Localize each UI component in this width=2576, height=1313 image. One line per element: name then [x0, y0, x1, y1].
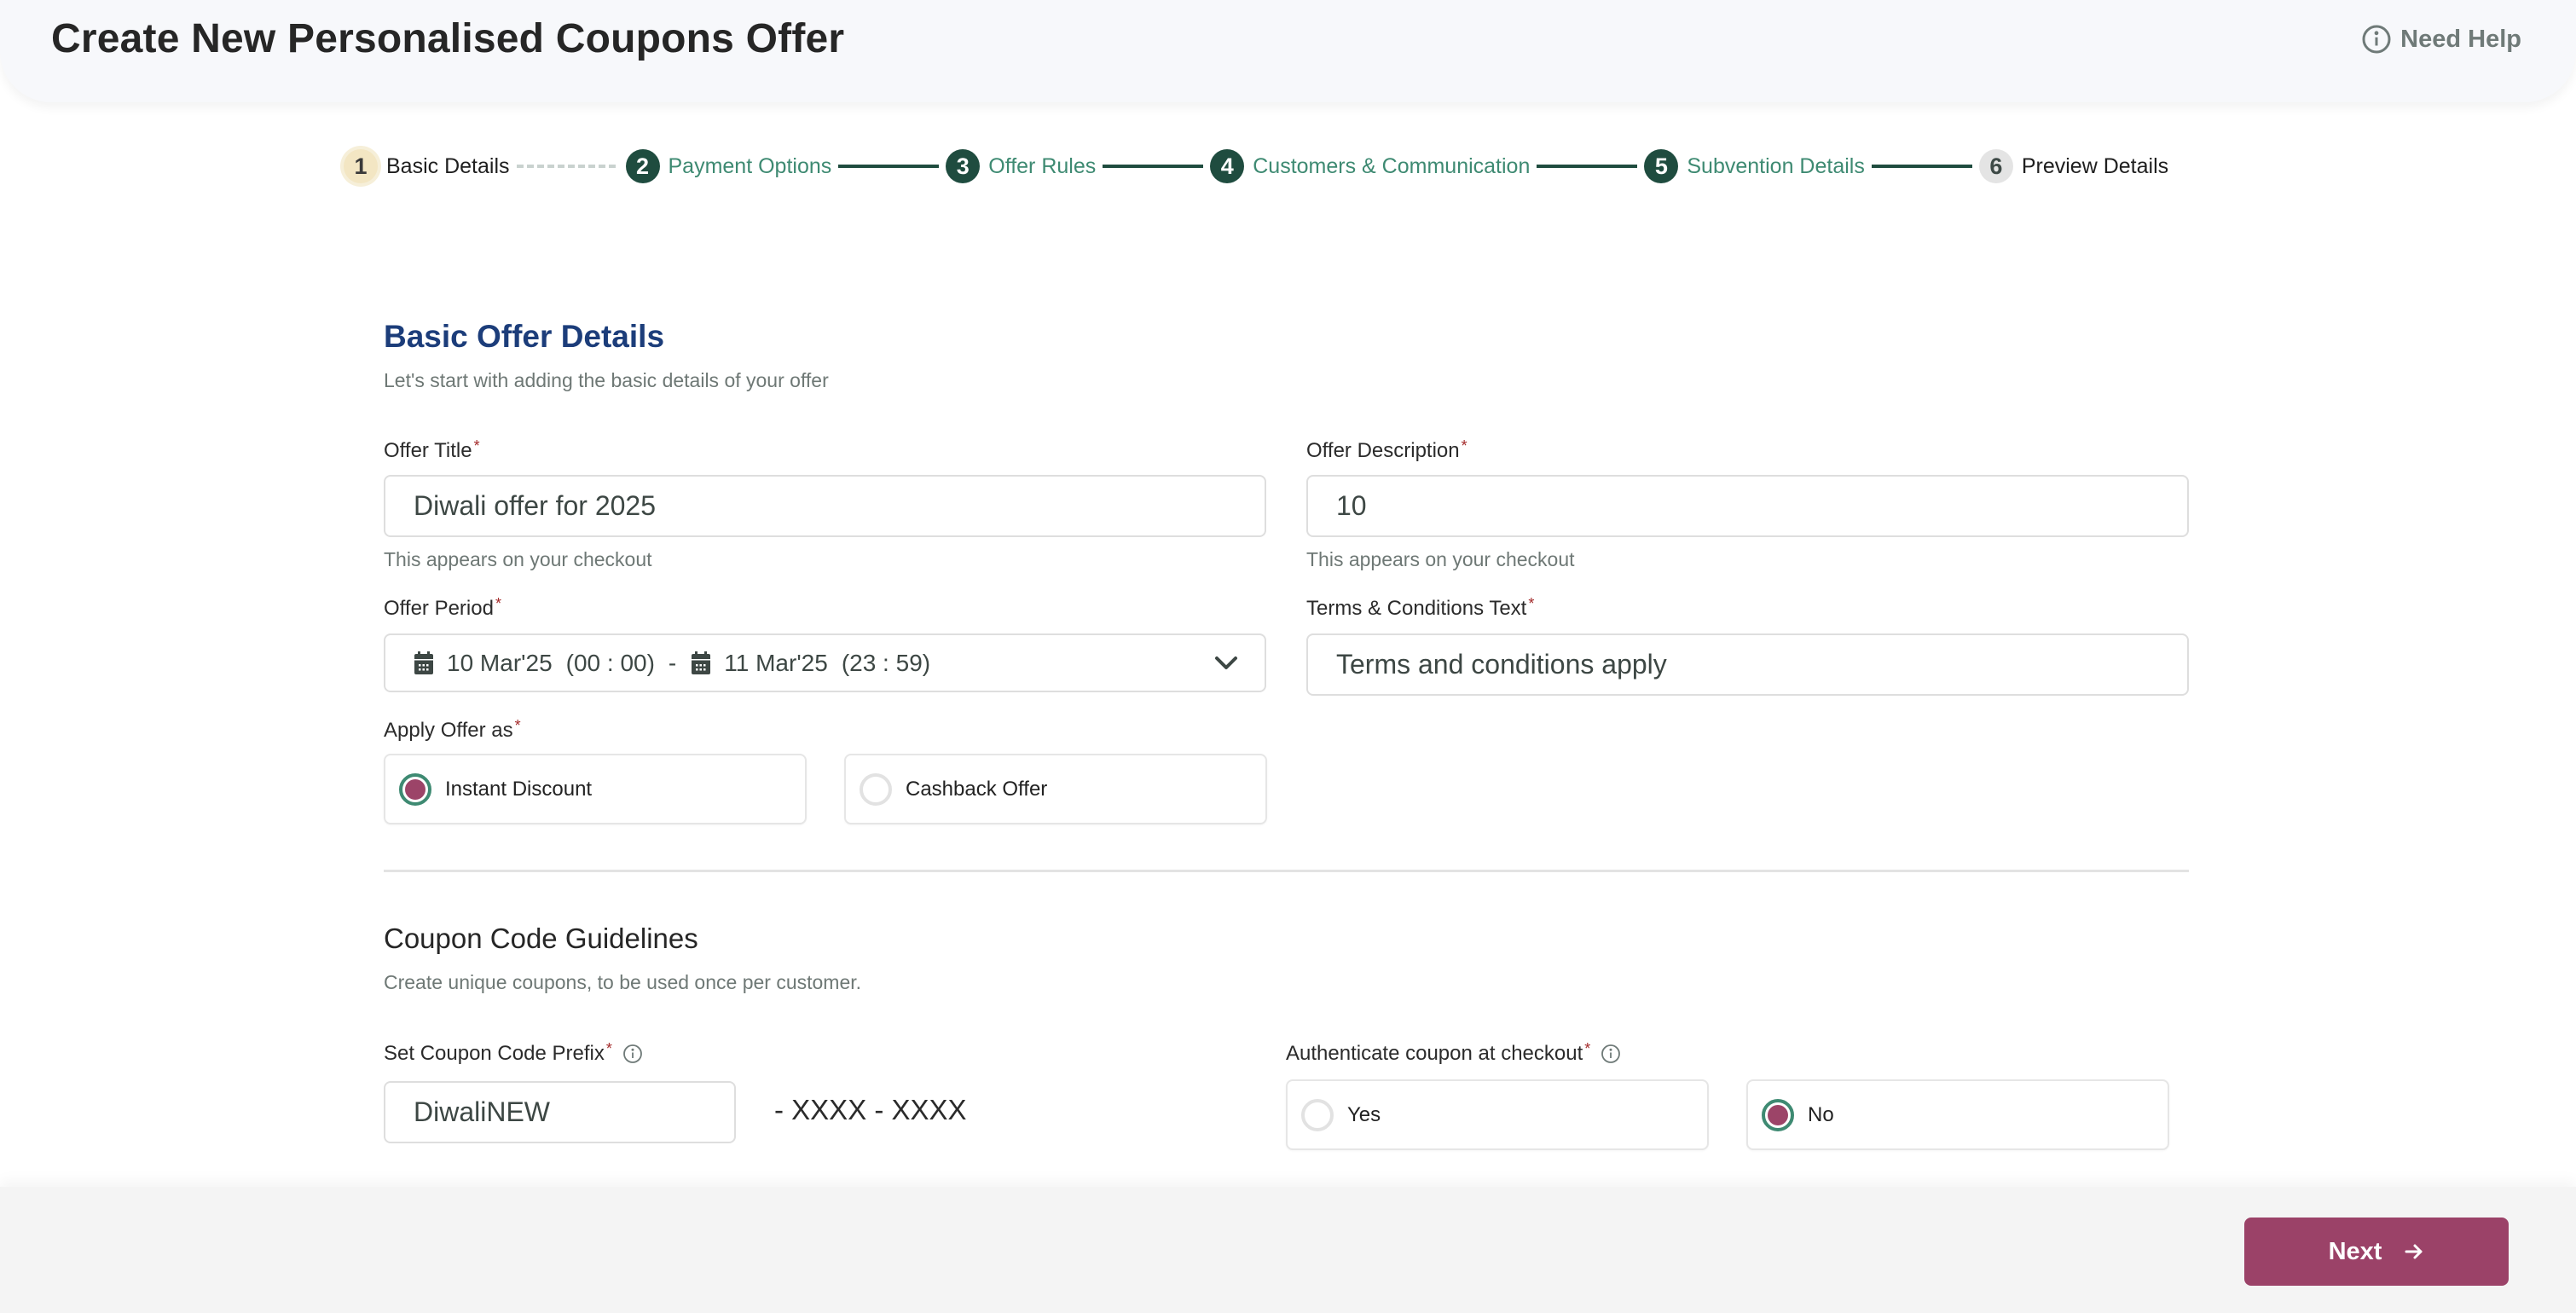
end-time: (23 : 59) — [841, 649, 931, 676]
terms-value: Terms and conditions apply — [1336, 649, 1667, 680]
coupon-prefix-label: Set Coupon Code Prefix * — [384, 1039, 643, 1066]
coupon-code-suffix: - XXXX - XXXX — [774, 1094, 967, 1125]
step-connector — [1103, 165, 1204, 168]
offer-period-picker[interactable]: 10 Mar'25 (00 : 00) - 11 Mar'25 (23 : 59… — [384, 633, 1266, 692]
end-date: 11 Mar'25 — [724, 649, 828, 676]
terms-label: Terms & Conditions Text * — [1306, 594, 1535, 621]
step-number: 4 — [1210, 149, 1245, 183]
radio-label: Instant Discount — [445, 777, 593, 801]
apply-offer-as-label: Apply Offer as * — [384, 716, 521, 743]
offer-description-value: 10 — [1336, 490, 1367, 521]
info-icon[interactable] — [622, 1044, 643, 1064]
need-help-label: Need Help — [2400, 25, 2521, 53]
chevron-down-icon[interactable] — [1213, 655, 1239, 672]
radio-button[interactable] — [1301, 1098, 1334, 1131]
start-time: (00 : 00) — [565, 649, 655, 676]
radio-cashback-offer[interactable]: Cashback Offer — [844, 754, 1267, 824]
label-text: Apply Offer as — [384, 719, 513, 742]
offer-period-label: Offer Period * — [384, 594, 501, 621]
radio-label: Yes — [1347, 1102, 1381, 1126]
step-number: 1 — [344, 149, 378, 183]
next-button[interactable]: Next — [2244, 1218, 2509, 1286]
step-basic-details[interactable]: 1 Basic Details — [344, 149, 510, 183]
step-connector — [1537, 165, 1638, 168]
radio-label: No — [1808, 1102, 1834, 1126]
offer-description-hint: This appears on your checkout — [1306, 548, 1575, 570]
offer-title-label: Offer Title * — [384, 437, 480, 463]
step-number: 5 — [1644, 149, 1679, 183]
authenticate-coupon-label: Authenticate coupon at checkout * — [1286, 1039, 1621, 1066]
offer-title-value: Diwali offer for 2025 — [414, 490, 656, 521]
required-asterisk: * — [1584, 1039, 1591, 1057]
start-date: 10 Mar'25 — [447, 649, 553, 676]
label-text: Set Coupon Code Prefix — [384, 1042, 605, 1065]
coupon-prefix-value: DiwaliNEW — [414, 1096, 550, 1127]
label-text: Offer Period — [384, 597, 494, 620]
offer-description-label: Offer Description * — [1306, 437, 1467, 463]
need-help-link[interactable]: Need Help — [2361, 24, 2521, 55]
arrow-right-icon — [2405, 1244, 2423, 1259]
radio-button-selected[interactable] — [1762, 1098, 1794, 1131]
footer-bar — [0, 1187, 2576, 1313]
step-label: Preview Details — [2021, 153, 2169, 178]
step-customers-communication[interactable]: 4 Customers & Communication — [1210, 149, 1530, 183]
label-text: Terms & Conditions Text — [1306, 597, 1527, 620]
page-header: Create New Personalised Coupons Offer Ne… — [0, 0, 2576, 102]
offer-title-hint: This appears on your checkout — [384, 548, 652, 570]
coupon-guidelines-subtitle: Create unique coupons, to be used once p… — [384, 971, 862, 993]
step-payment-options[interactable]: 2 Payment Options — [625, 149, 832, 183]
required-asterisk: * — [1461, 437, 1467, 454]
offer-title-input[interactable]: Diwali offer for 2025 — [384, 475, 1266, 537]
basic-details-title: Basic Offer Details — [384, 319, 665, 354]
step-connector — [838, 165, 940, 168]
step-subvention-details[interactable]: 5 Subvention Details — [1644, 149, 1865, 183]
step-number: 3 — [946, 149, 981, 183]
radio-label: Cashback Offer — [906, 777, 1048, 801]
required-asterisk: * — [514, 716, 521, 734]
step-label: Payment Options — [668, 153, 832, 178]
page-title: Create New Personalised Coupons Offer — [51, 16, 845, 61]
step-label: Basic Details — [386, 153, 510, 178]
step-label: Subvention Details — [1687, 153, 1865, 178]
terms-input[interactable]: Terms and conditions apply — [1306, 633, 2189, 696]
step-connector — [1871, 165, 1972, 168]
step-number: 6 — [1978, 149, 2013, 183]
step-offer-rules[interactable]: 3 Offer Rules — [946, 149, 1096, 183]
required-asterisk: * — [473, 437, 480, 454]
step-label: Offer Rules — [988, 153, 1097, 178]
radio-instant-discount[interactable]: Instant Discount — [384, 754, 807, 824]
step-label: Customers & Communication — [1253, 153, 1531, 178]
offer-description-input[interactable]: 10 — [1306, 475, 2189, 537]
step-number: 2 — [625, 149, 660, 183]
label-text: Authenticate coupon at checkout — [1286, 1042, 1583, 1065]
radio-authenticate-no[interactable]: No — [1746, 1079, 2169, 1150]
required-asterisk: * — [495, 594, 501, 612]
required-asterisk: * — [605, 1039, 612, 1057]
step-connector — [516, 165, 619, 168]
coupon-guidelines-title: Coupon Code Guidelines — [384, 923, 698, 954]
next-button-label: Next — [2328, 1237, 2382, 1265]
required-asterisk: * — [1528, 594, 1535, 612]
coupon-prefix-input[interactable]: DiwaliNEW — [384, 1081, 736, 1143]
radio-authenticate-yes[interactable]: Yes — [1286, 1079, 1709, 1150]
basic-details-subtitle: Let's start with adding the basic detail… — [384, 369, 829, 391]
section-divider — [384, 870, 2189, 872]
info-circle-icon — [2362, 25, 2391, 54]
period-separator: - — [668, 649, 677, 676]
radio-button-selected[interactable] — [399, 772, 431, 806]
radio-button[interactable] — [860, 772, 892, 806]
label-text: Offer Description — [1306, 439, 1460, 462]
label-text: Offer Title — [384, 439, 472, 462]
step-preview-details[interactable]: 6 Preview Details — [1978, 149, 2169, 183]
calendar-icon — [692, 651, 711, 674]
progress-stepper: 1 Basic Details 2 Payment Options 3 Offe… — [344, 147, 2168, 186]
info-icon[interactable] — [1601, 1044, 1621, 1064]
calendar-icon — [414, 651, 433, 674]
